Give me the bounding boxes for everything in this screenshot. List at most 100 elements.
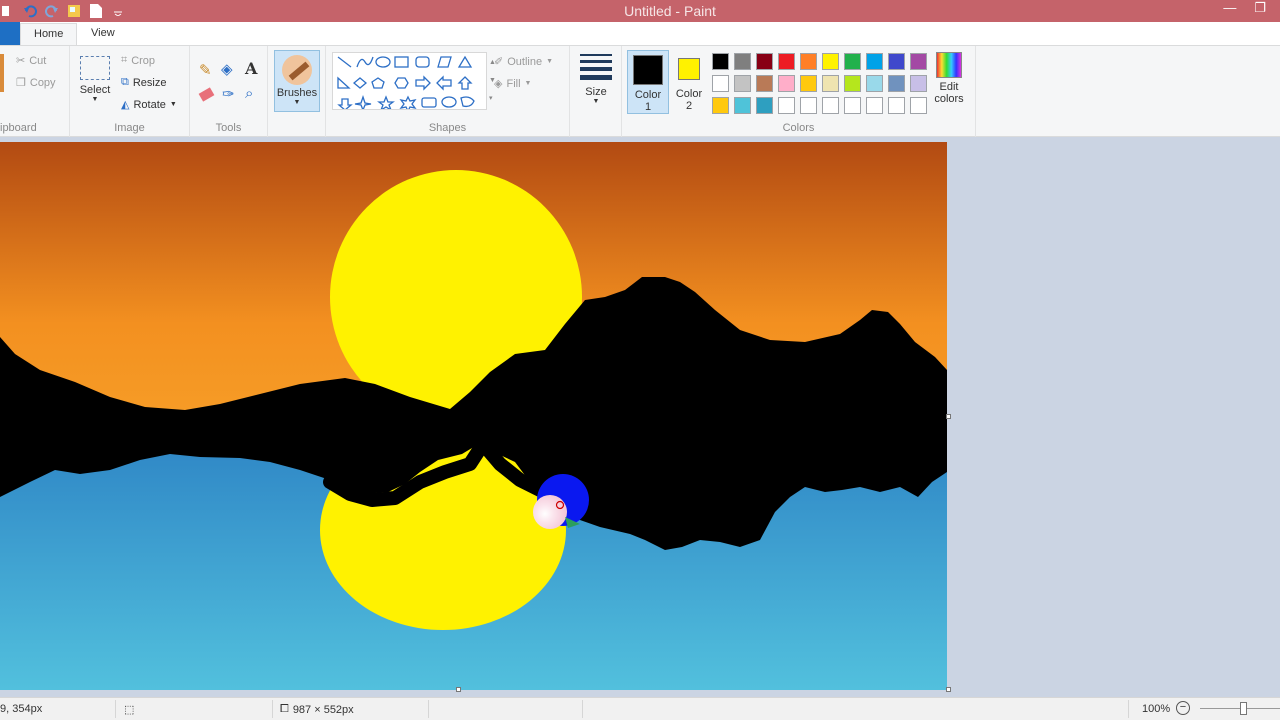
color-swatch[interactable]	[910, 75, 927, 92]
pink-brush-dot	[533, 495, 567, 529]
crop-icon: ⌗	[121, 54, 128, 66]
tab-view[interactable]: View	[91, 27, 115, 39]
brushes-group: Brushes ▼	[268, 46, 326, 138]
fill-bucket-icon[interactable]: ◈	[221, 60, 233, 78]
outline-button[interactable]: ✐ Outline ▼	[494, 55, 553, 69]
color-swatch[interactable]	[734, 53, 751, 70]
rotate-button[interactable]: ◭ Rotate ▼	[121, 98, 177, 112]
tab-home[interactable]: Home	[20, 23, 78, 45]
color-swatch[interactable]	[822, 75, 839, 92]
color-swatch[interactable]	[800, 97, 817, 114]
color-swatch[interactable]	[888, 75, 905, 92]
magnifier-icon[interactable]: ⌕	[245, 85, 253, 102]
shapes-icons	[337, 55, 475, 113]
paste-icon[interactable]	[0, 54, 4, 92]
pencil-icon[interactable]: ✎	[199, 61, 212, 79]
zoom-slider-thumb[interactable]	[1240, 702, 1247, 715]
canvas-size-icon: ⧠	[280, 703, 289, 715]
text-tool-icon[interactable]: A	[245, 59, 257, 78]
scissors-icon: ✂	[16, 55, 26, 67]
file-tab[interactable]	[0, 22, 20, 45]
colors-group: Color 1 Color 2 Edit colors Colors	[622, 46, 976, 138]
resize-icon: ⧉	[121, 76, 129, 88]
colors-group-label: Colors	[782, 122, 815, 134]
color-swatch[interactable]	[756, 75, 773, 92]
select-button[interactable]: Select ▼	[78, 56, 112, 103]
rotate-icon: ◭	[121, 99, 130, 111]
resize-handle-bottom[interactable]	[456, 687, 461, 692]
fill-icon: ◈	[494, 78, 503, 90]
selection-size: ⬚	[124, 703, 134, 716]
color-swatch[interactable]	[866, 75, 883, 92]
eraser-icon[interactable]	[198, 87, 215, 102]
status-bar: 9, 354px ⬚ ⧠ 987 × 552px 100% −	[0, 697, 1280, 720]
color-swatch[interactable]	[844, 53, 861, 70]
color2-swatch	[678, 58, 700, 80]
color-swatch[interactable]	[822, 97, 839, 114]
painting	[0, 142, 947, 690]
color-swatch[interactable]	[712, 75, 729, 92]
cursor-position: 9, 354px	[0, 703, 43, 715]
color-swatch[interactable]	[910, 53, 927, 70]
brushes-button[interactable]: Brushes ▼	[274, 50, 320, 112]
zoom-slider[interactable]	[1200, 702, 1280, 715]
edit-colors-button[interactable]: Edit colors	[928, 52, 970, 105]
color-wheel-icon	[936, 52, 962, 78]
color-swatch[interactable]	[712, 53, 729, 70]
canvas-workspace[interactable]	[0, 137, 1280, 697]
color-swatch[interactable]	[844, 75, 861, 92]
color-swatch[interactable]	[800, 53, 817, 70]
color-swatch[interactable]	[734, 97, 751, 114]
color-swatch[interactable]	[734, 75, 751, 92]
color-swatch[interactable]	[822, 53, 839, 70]
color-swatch[interactable]	[756, 97, 773, 114]
resize-button[interactable]: ⧉ Resize	[121, 76, 166, 89]
selection-icon: ⬚	[124, 704, 135, 716]
cut-button[interactable]: ✂ Cut	[16, 54, 46, 68]
ribbon: ✂ Cut ❐ Copy ipboard Select ▼ ⌗ Crop ⧉ Resiz…	[0, 45, 1280, 138]
restore-button[interactable]: ❐	[1254, 0, 1266, 16]
image-group-label: Image	[114, 122, 145, 134]
color-swatch[interactable]	[778, 97, 795, 114]
window-title: Untitled - Paint	[624, 3, 716, 19]
color1-button[interactable]: Color 1	[627, 50, 669, 114]
color-picker-icon[interactable]: ✑	[222, 85, 235, 103]
color-swatch[interactable]	[910, 97, 927, 114]
shapes-group: ▲ ▼ ▾ ✐ Outline ▼ ◈ Fill ▼ Shapes	[326, 46, 570, 138]
fill-button[interactable]: ◈ Fill ▼	[494, 77, 531, 91]
copy-button[interactable]: ❐ Copy	[16, 76, 56, 90]
tools-group: ✎ ◈ A ✑ ⌕ Tools	[190, 46, 268, 138]
zoom-out-button[interactable]: −	[1176, 701, 1190, 715]
zoom-out-icon: −	[1176, 701, 1190, 715]
color1-swatch	[633, 55, 663, 85]
select-icon	[80, 56, 110, 80]
clipboard-group: ✂ Cut ❐ Copy ipboard	[0, 46, 70, 138]
size-group: Size ▼	[570, 46, 622, 138]
outline-icon: ✐	[494, 56, 504, 68]
minimize-button[interactable]: —	[1223, 0, 1236, 16]
image-group: Select ▼ ⌗ Crop ⧉ Resize ◭ Rotate ▼ Image	[70, 46, 190, 138]
canvas-size: ⧠ 987 × 552px	[280, 703, 354, 716]
color-swatch[interactable]	[866, 53, 883, 70]
copy-icon: ❐	[16, 77, 26, 89]
tools-group-label: Tools	[215, 122, 242, 134]
color-swatch[interactable]	[888, 97, 905, 114]
color-swatch[interactable]	[756, 53, 773, 70]
drawing-canvas[interactable]	[0, 142, 947, 690]
color-swatch[interactable]	[712, 97, 729, 114]
line-size-icon	[580, 54, 612, 80]
color-swatch[interactable]	[844, 97, 861, 114]
crop-button[interactable]: ⌗ Crop	[121, 54, 155, 67]
color-swatch[interactable]	[778, 75, 795, 92]
color-swatch[interactable]	[888, 53, 905, 70]
resize-handle-corner[interactable]	[946, 687, 951, 692]
color-swatch[interactable]	[778, 53, 795, 70]
shapes-gallery[interactable]	[332, 52, 487, 113]
resize-handle-right[interactable]	[946, 414, 951, 419]
color2-button[interactable]: Color 2	[671, 50, 707, 114]
zoom-level: 100%	[1142, 703, 1171, 715]
color-swatch[interactable]	[800, 75, 817, 92]
color-swatch[interactable]	[866, 97, 883, 114]
size-button[interactable]: Size ▼	[578, 54, 614, 105]
clipboard-group-label: ipboard	[0, 122, 37, 134]
